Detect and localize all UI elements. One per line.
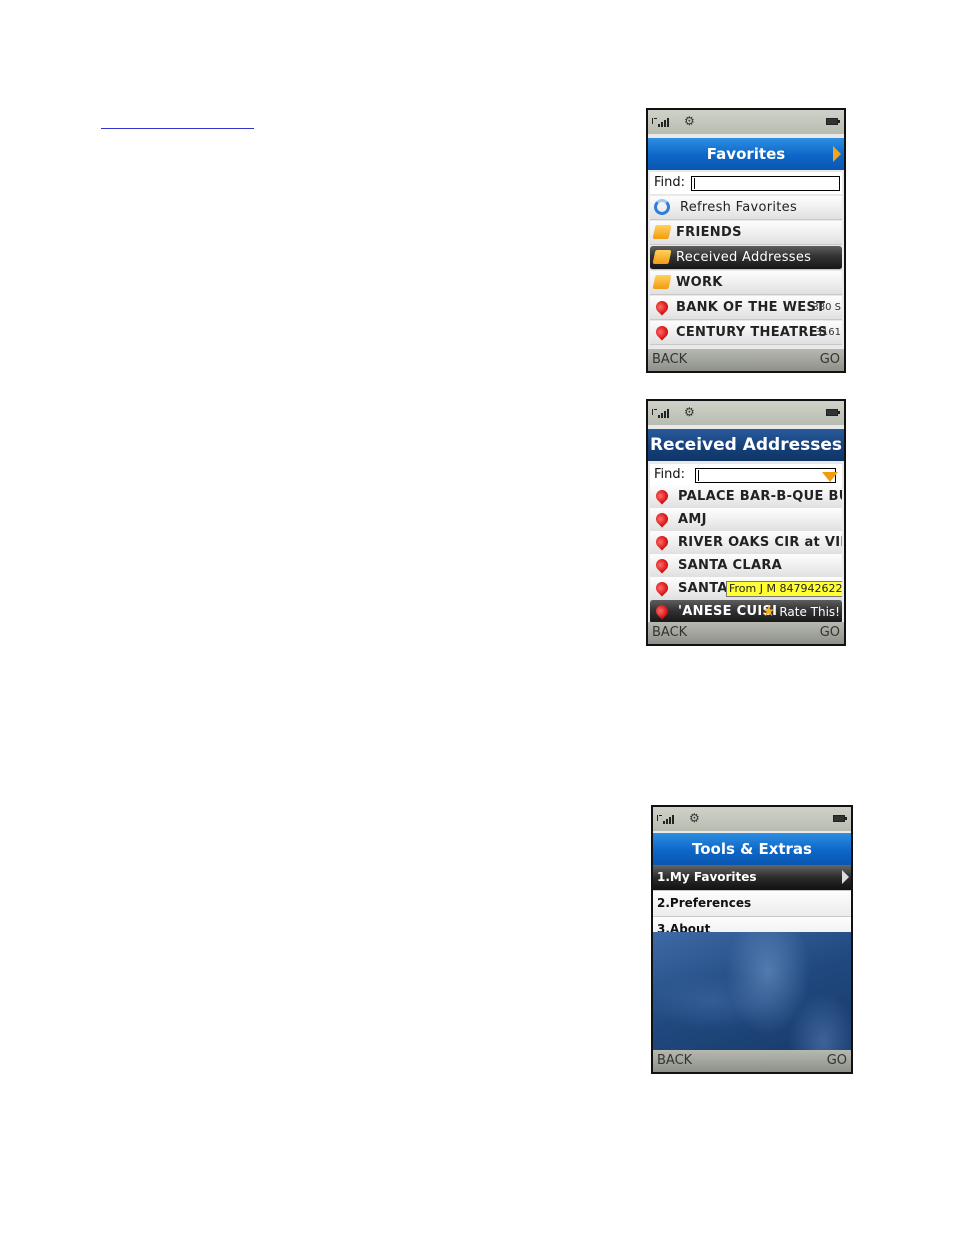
list-item-address[interactable]: AMJ <box>650 508 842 532</box>
list-item-label: RIVER OAKS CIR at VILLI <box>678 535 842 550</box>
find-input[interactable] <box>695 468 836 483</box>
list-item-label: PALACE BAR-B-QUE BUF <box>678 489 842 504</box>
list-item-address[interactable]: SANTA From J M 8479426229 <box>650 577 842 601</box>
list-item-label: WORK <box>676 275 723 290</box>
favorites-screen: ⚙ Favorites Find: Refresh Favorites FRIE… <box>646 108 846 373</box>
status-bar: ⚙ <box>648 401 844 425</box>
list-item-label: Refresh Favorites <box>680 200 798 215</box>
page-title: Received Addresses <box>648 429 844 461</box>
tools-extras-screen: ⚙ Tools & Extras 1.My Favorites 2.Prefer… <box>651 805 853 1074</box>
pin-icon <box>653 487 671 505</box>
folder-icon <box>652 225 672 239</box>
menu-item-my-favorites[interactable]: 1.My Favorites <box>653 865 851 891</box>
list-item-label: FRIENDS <box>676 225 742 240</box>
chevron-right-icon[interactable] <box>833 146 841 162</box>
signal-icon <box>652 409 669 418</box>
list-item-bank-of-the-west[interactable]: BANK OF THE WEST 380 S <box>650 296 842 320</box>
list-item-friends[interactable]: FRIENDS <box>650 221 842 245</box>
signal-icon <box>657 815 674 824</box>
page-title: Tools & Extras <box>653 833 851 865</box>
list-item-century-theatres[interactable]: CENTURY THEATRES 3161 <box>650 321 842 345</box>
dropdown-arrow-icon[interactable] <box>822 472 838 482</box>
battery-icon <box>826 409 840 416</box>
softkey-bar: BACK GO <box>648 349 844 371</box>
find-input[interactable] <box>691 176 840 191</box>
title-text: Favorites <box>706 145 786 163</box>
list-item-received-addresses[interactable]: Received Addresses <box>650 246 842 270</box>
rate-label: Rate This! <box>779 605 840 619</box>
pin-icon <box>653 298 671 316</box>
list-item-address[interactable]: RIVER OAKS CIR at VILLI <box>650 531 842 555</box>
gear-icon: ⚙ <box>684 405 695 419</box>
back-softkey[interactable]: BACK <box>657 1050 692 1072</box>
list-item-label: BANK OF THE WEST <box>676 300 826 315</box>
pin-icon <box>653 602 671 620</box>
page-title: Favorites <box>648 138 844 170</box>
battery-icon <box>826 118 840 125</box>
status-bar: ⚙ <box>653 807 851 831</box>
list-item-label: SANTA <box>678 581 728 596</box>
gear-icon: ⚙ <box>684 114 695 128</box>
find-row: Find: <box>650 172 842 194</box>
pin-icon <box>653 579 671 597</box>
softkey-bar: BACK GO <box>653 1050 851 1072</box>
go-softkey[interactable]: GO <box>820 349 840 371</box>
chevron-right-icon <box>842 870 849 884</box>
back-softkey[interactable]: BACK <box>652 622 687 644</box>
sender-tooltip: From J M 8479426229 <box>726 581 842 597</box>
find-row: Find: <box>650 464 842 486</box>
menu-item-label: 1.My Favorites <box>657 870 757 884</box>
pin-icon <box>653 556 671 574</box>
list-item-address[interactable]: SANTA CLARA <box>650 554 842 578</box>
title-text: Received Addresses <box>649 435 843 455</box>
pin-icon <box>653 533 671 551</box>
list-item-work[interactable]: WORK <box>650 271 842 295</box>
list-item-address[interactable]: 'ANESE CUISI ★ Rate This! <box>650 600 842 624</box>
list-item-label: Received Addresses <box>676 250 812 265</box>
wallpaper <box>653 932 851 1050</box>
go-softkey[interactable]: GO <box>827 1050 847 1072</box>
folder-icon <box>652 250 672 264</box>
list-item-label: CENTURY THEATRES <box>676 325 828 340</box>
refresh-icon <box>654 199 670 215</box>
list-item-address[interactable]: PALACE BAR-B-QUE BUF <box>650 485 842 509</box>
title-text: Tools & Extras <box>692 840 812 858</box>
back-softkey[interactable]: BACK <box>652 349 687 371</box>
softkey-bar: BACK GO <box>648 622 844 644</box>
menu-item-label: 2.Preferences <box>657 896 752 910</box>
list-item-address: 380 S <box>812 302 841 313</box>
list-item-label: SANTA CLARA <box>678 558 783 573</box>
star-icon: ★ <box>762 602 776 620</box>
status-bar: ⚙ <box>648 110 844 134</box>
find-label: Find: <box>654 467 686 482</box>
battery-icon <box>833 815 847 822</box>
find-label: Find: <box>654 175 686 190</box>
go-softkey[interactable]: GO <box>820 622 840 644</box>
signal-icon <box>652 118 669 127</box>
list-item-address: 3161 <box>815 327 841 338</box>
rate-this-button[interactable]: ★ Rate This! <box>762 600 840 623</box>
pin-icon <box>653 323 671 341</box>
folder-icon <box>652 275 672 289</box>
menu-item-preferences[interactable]: 2.Preferences <box>653 891 851 917</box>
pin-icon <box>653 510 671 528</box>
received-addresses-screen: ⚙ Received Addresses Find: PALACE BAR-B-… <box>646 399 846 646</box>
gear-icon: ⚙ <box>689 811 700 825</box>
list-item-label: AMJ <box>678 512 707 527</box>
document-link[interactable] <box>101 110 254 129</box>
list-item-refresh-favorites[interactable]: Refresh Favorites <box>650 196 842 220</box>
